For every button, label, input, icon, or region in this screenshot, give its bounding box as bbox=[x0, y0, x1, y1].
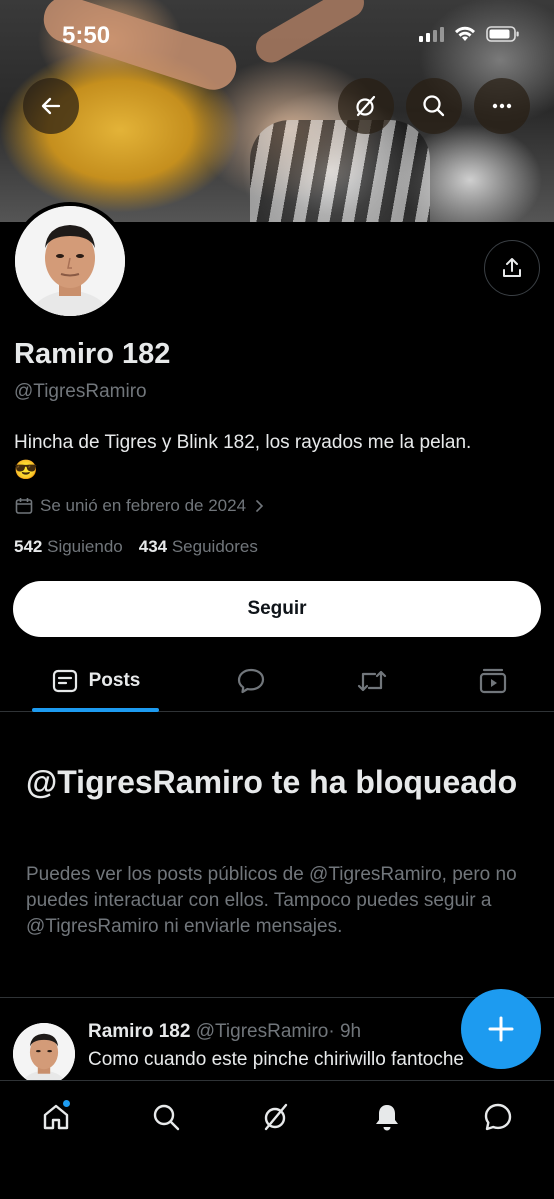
tab-media[interactable] bbox=[462, 650, 524, 712]
post-author-name[interactable]: Ramiro 182 bbox=[88, 1021, 190, 1042]
nav-search[interactable] bbox=[146, 1097, 186, 1137]
search-button[interactable] bbox=[406, 78, 462, 134]
cellular-signal-icon bbox=[419, 26, 444, 42]
search-icon bbox=[423, 95, 445, 117]
more-options-button[interactable] bbox=[474, 78, 530, 134]
bottom-nav bbox=[0, 1080, 554, 1199]
profile-bio: Hincha de Tigres y Blink 182, los rayado… bbox=[14, 429, 534, 485]
plus-icon bbox=[488, 1016, 514, 1042]
avatar-image bbox=[15, 206, 125, 316]
profile-avatar[interactable] bbox=[11, 202, 129, 320]
tab-replies[interactable] bbox=[220, 650, 282, 712]
back-button[interactable] bbox=[23, 78, 79, 134]
repost-icon bbox=[357, 670, 387, 692]
post-header: Ramiro 182 @TigresRamiro· 9h bbox=[88, 1021, 361, 1043]
battery-icon bbox=[486, 26, 519, 42]
bio-emoji: 😎 bbox=[14, 460, 38, 481]
nav-home[interactable] bbox=[36, 1097, 76, 1137]
grok-icon bbox=[356, 95, 376, 117]
post-author-handle: @TigresRamiro bbox=[195, 1021, 329, 1042]
search-icon bbox=[153, 1104, 180, 1131]
grok-icon bbox=[264, 1103, 288, 1131]
profile-handle: @TigresRamiro bbox=[14, 381, 147, 402]
bio-text: Hincha de Tigres y Blink 182, los rayado… bbox=[14, 432, 472, 453]
joined-label: Se unió en febrero de 2024 bbox=[40, 496, 247, 515]
blocked-title: @TigresRamiro te ha bloqueado bbox=[26, 764, 518, 800]
chevron-right-icon bbox=[256, 500, 264, 512]
follow-button[interactable]: Seguir bbox=[13, 581, 541, 637]
tab-posts[interactable]: Posts bbox=[32, 650, 159, 712]
replies-icon bbox=[237, 668, 265, 694]
post-avatar[interactable] bbox=[13, 1023, 75, 1085]
notifications-icon bbox=[376, 1105, 398, 1131]
following-link[interactable]: 542 Siguiendo bbox=[14, 537, 123, 557]
followers-label: Seguidores bbox=[171, 537, 258, 556]
status-time: 5:50 bbox=[62, 22, 111, 49]
posts-icon bbox=[52, 669, 77, 693]
messages-icon bbox=[484, 1103, 512, 1131]
wifi-icon bbox=[455, 26, 475, 41]
nav-messages[interactable] bbox=[478, 1097, 518, 1137]
divider bbox=[0, 997, 554, 998]
following-count: 542 bbox=[14, 537, 43, 556]
status-bar: 5:50 bbox=[0, 0, 554, 70]
media-icon bbox=[479, 668, 507, 694]
following-label: Siguiendo bbox=[47, 537, 123, 556]
nav-grok[interactable] bbox=[256, 1097, 296, 1137]
profile-stats: 542 Siguiendo 434 Seguidores bbox=[14, 537, 258, 557]
calendar-icon bbox=[15, 498, 33, 514]
blocked-description: Puedes ver los posts públicos de @Tigres… bbox=[26, 864, 517, 937]
banner-decoration bbox=[250, 120, 430, 222]
arrow-left-icon bbox=[41, 97, 61, 115]
joined-date[interactable]: Se unió en febrero de 2024 bbox=[14, 496, 266, 516]
post-time: · 9h bbox=[328, 1021, 362, 1042]
avatar-image bbox=[13, 1023, 75, 1085]
compose-button[interactable] bbox=[461, 989, 541, 1069]
notification-dot bbox=[62, 1099, 71, 1108]
share-button[interactable] bbox=[484, 240, 540, 296]
tab-posts-label: Posts bbox=[88, 670, 141, 691]
status-icons bbox=[419, 26, 520, 42]
grok-button[interactable] bbox=[338, 78, 394, 134]
tab-reposts[interactable] bbox=[341, 650, 403, 712]
active-tab-indicator bbox=[32, 708, 159, 712]
share-icon bbox=[503, 258, 521, 277]
profile-name: Ramiro 182 bbox=[14, 338, 171, 370]
followers-count: 434 bbox=[138, 537, 168, 556]
nav-notifications[interactable] bbox=[367, 1097, 407, 1137]
more-icon bbox=[492, 103, 512, 109]
profile-tabs: Posts bbox=[0, 650, 554, 712]
followers-link[interactable]: 434 Seguidores bbox=[139, 537, 258, 557]
